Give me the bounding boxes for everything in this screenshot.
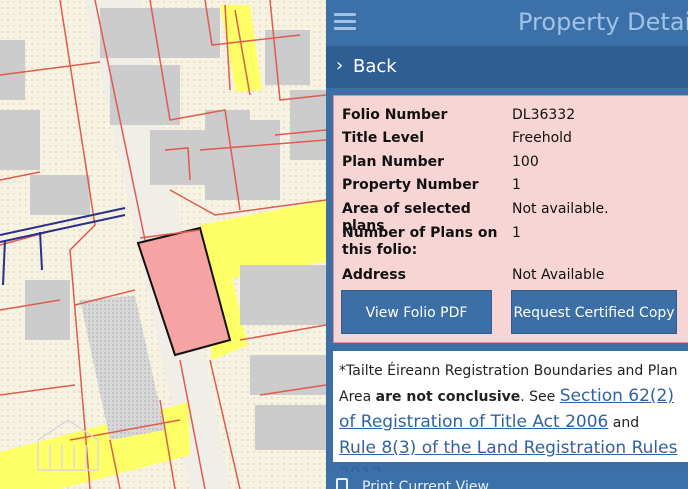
detail-value: Not available. xyxy=(512,201,609,217)
map-canvas[interactable] xyxy=(0,0,326,489)
print-label: Print Current View xyxy=(362,479,489,489)
note-after-bold: . See xyxy=(520,389,560,405)
back-label: Back xyxy=(353,56,397,77)
map-view[interactable] xyxy=(0,0,326,489)
print-icon xyxy=(336,478,348,489)
hamburger-menu-icon[interactable] xyxy=(334,13,356,31)
detail-key: Folio Number xyxy=(342,107,448,123)
detail-value: 1 xyxy=(512,225,521,241)
detail-value: 1 xyxy=(512,177,521,193)
detail-value: 100 xyxy=(512,154,539,170)
note-bold: are not conclusive xyxy=(375,389,521,405)
disclaimer-note: *Tailte Éireann Registration Boundaries … xyxy=(332,350,688,484)
note-and: and xyxy=(608,415,640,431)
view-folio-pdf-button[interactable]: View Folio PDF xyxy=(341,290,492,334)
property-details-card: Folio Number DL36332 Title Level Freehol… xyxy=(333,95,688,343)
property-details-panel: Property Details › Back Folio Number DL3… xyxy=(326,0,688,489)
detail-value: Freehold xyxy=(512,130,572,146)
detail-key: Property Number xyxy=(342,177,479,193)
detail-value: DL36332 xyxy=(512,107,576,123)
chevron-right-icon: › xyxy=(336,55,344,76)
print-current-view-button[interactable]: Print Current View xyxy=(326,472,688,489)
panel-header: Property Details xyxy=(326,0,688,45)
detail-key: Plan Number xyxy=(342,154,445,170)
panel-title: Property Details xyxy=(518,8,688,36)
detail-key: Number of Plans on this folio: xyxy=(342,225,498,258)
detail-value: Not Available xyxy=(512,267,605,283)
detail-key: Address xyxy=(342,267,406,283)
back-button[interactable]: › Back xyxy=(326,46,688,88)
request-certified-copy-button[interactable]: Request Certified Copy xyxy=(511,290,677,334)
detail-key: Title Level xyxy=(342,130,425,146)
